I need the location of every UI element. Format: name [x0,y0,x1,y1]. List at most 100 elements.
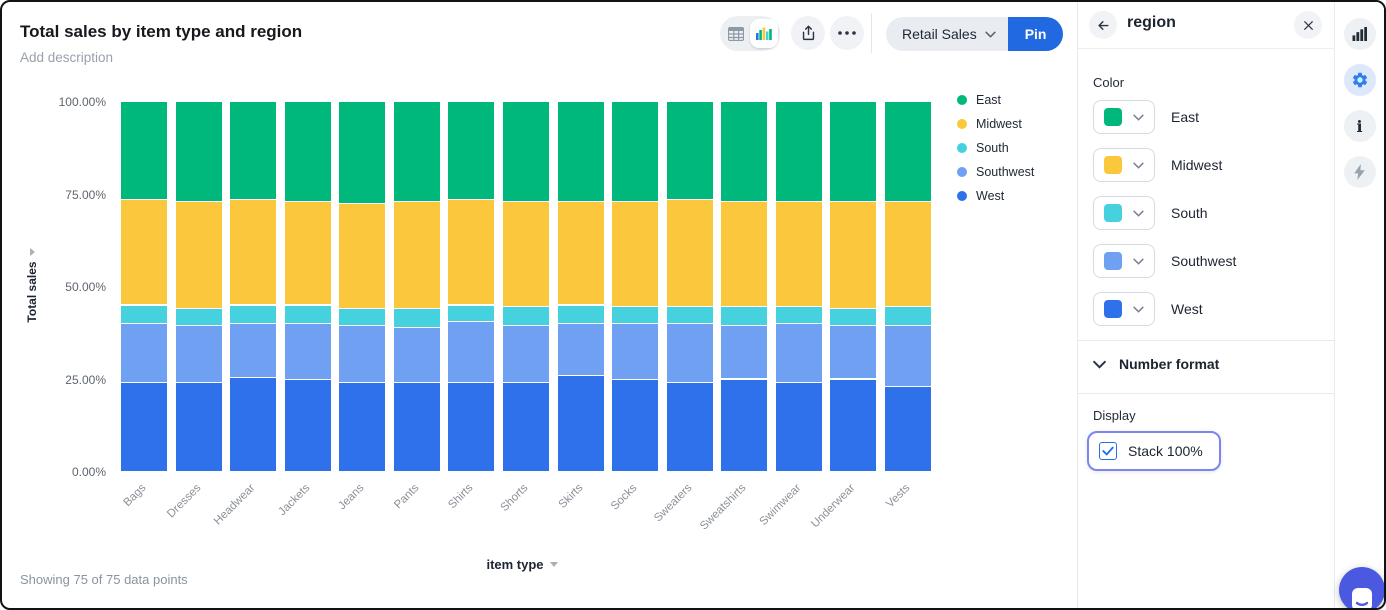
bar-segment-west-vests[interactable] [885,387,931,471]
bar-segment-south-underwear[interactable] [830,309,876,325]
bar-segment-southwest-dresses[interactable] [176,326,222,382]
color-dropdown-south[interactable] [1093,196,1155,230]
settings-tab[interactable] [1344,64,1376,96]
bar-segment-south-dresses[interactable] [176,309,222,325]
bar-segment-south-sweatshirts[interactable] [721,307,767,325]
bar-segment-southwest-swimwear[interactable] [776,324,822,382]
pin-button[interactable]: Pin [1008,17,1064,51]
bar-segment-midwest-sweatshirts[interactable] [721,202,767,306]
share-button[interactable] [791,16,825,50]
bar-segment-east-jeans[interactable] [339,102,385,203]
bar-segment-west-swimwear[interactable] [776,383,822,471]
legend-item-west[interactable]: West [957,184,1034,208]
bar-segment-east-swimwear[interactable] [776,102,822,201]
bar-segment-south-jackets[interactable] [285,306,331,324]
legend-item-south[interactable]: South [957,136,1034,160]
bar-segment-south-jeans[interactable] [339,309,385,325]
bar-segment-midwest-pants[interactable] [394,202,440,308]
bar-segment-east-socks[interactable] [612,102,658,201]
bar-segment-east-shirts[interactable] [448,102,494,199]
bar-segment-west-shorts[interactable] [503,383,549,471]
bar-segment-east-sweaters[interactable] [667,102,713,199]
bar-segment-south-swimwear[interactable] [776,307,822,323]
number-format-section[interactable]: Number format [1093,341,1319,387]
dataset-dropdown[interactable]: Retail Sales [886,17,1008,51]
bar-segment-southwest-sweaters[interactable] [667,324,713,382]
bar-segment-east-sweatshirts[interactable] [721,102,767,201]
bar-segment-south-socks[interactable] [612,307,658,323]
bar-segment-southwest-shirts[interactable] [448,322,494,382]
bar-segment-south-skirts[interactable] [558,306,604,324]
bar-segment-midwest-skirts[interactable] [558,202,604,305]
bar-segment-east-bags[interactable] [121,102,167,199]
bar-segment-midwest-swimwear[interactable] [776,202,822,306]
bar-segment-east-headwear[interactable] [230,102,276,199]
bar-segment-east-pants[interactable] [394,102,440,201]
bar-segment-east-shorts[interactable] [503,102,549,201]
bar-segment-west-dresses[interactable] [176,383,222,471]
page-title[interactable]: Total sales by item type and region [20,22,302,42]
bar-segment-midwest-jackets[interactable] [285,202,331,305]
more-options-button[interactable] [830,16,864,50]
bar-segment-south-shorts[interactable] [503,307,549,325]
table-view-button[interactable] [722,19,750,48]
bar-segment-southwest-vests[interactable] [885,326,931,386]
bar-segment-west-underwear[interactable] [830,380,876,472]
bar-segment-midwest-shorts[interactable] [503,202,549,306]
bar-segment-southwest-socks[interactable] [612,324,658,379]
bar-segment-south-shirts[interactable] [448,306,494,322]
bar-segment-west-bags[interactable] [121,383,167,471]
bar-segment-south-vests[interactable] [885,307,931,325]
bar-segment-west-pants[interactable] [394,383,440,471]
bar-segment-midwest-underwear[interactable] [830,202,876,308]
color-dropdown-west[interactable] [1093,292,1155,326]
bar-segment-west-sweaters[interactable] [667,383,713,471]
bar-segment-midwest-shirts[interactable] [448,200,494,304]
legend-item-midwest[interactable]: Midwest [957,112,1034,136]
bar-segment-west-headwear[interactable] [230,378,276,471]
stack-100-checkbox[interactable] [1099,442,1117,460]
legend-item-southwest[interactable]: Southwest [957,160,1034,184]
bar-segment-southwest-sweatshirts[interactable] [721,326,767,379]
bar-segment-east-jackets[interactable] [285,102,331,201]
bar-segment-south-pants[interactable] [394,309,440,327]
bar-segment-southwest-jackets[interactable] [285,324,331,379]
y-axis-title[interactable]: Total sales [25,252,39,332]
color-dropdown-midwest[interactable] [1093,148,1155,182]
bar-segment-southwest-jeans[interactable] [339,326,385,382]
bar-segment-midwest-dresses[interactable] [176,202,222,308]
back-button[interactable] [1089,11,1117,39]
bar-segment-southwest-headwear[interactable] [230,324,276,377]
chart-view-button[interactable] [750,19,778,48]
bar-segment-midwest-vests[interactable] [885,202,931,306]
bar-segment-midwest-sweaters[interactable] [667,200,713,306]
bar-segment-southwest-skirts[interactable] [558,324,604,375]
bar-segment-west-shirts[interactable] [448,383,494,471]
close-button[interactable] [1294,11,1322,39]
bar-segment-south-sweaters[interactable] [667,307,713,323]
chart-settings-tab[interactable] [1344,18,1376,50]
bar-segment-west-socks[interactable] [612,380,658,472]
bar-segment-west-jeans[interactable] [339,383,385,471]
chat-widget-button[interactable] [1339,567,1385,610]
bar-segment-midwest-headwear[interactable] [230,200,276,304]
bar-segment-east-vests[interactable] [885,102,931,201]
info-tab[interactable]: i [1344,110,1376,142]
bar-segment-midwest-socks[interactable] [612,202,658,306]
bar-segment-west-sweatshirts[interactable] [721,380,767,472]
color-dropdown-southwest[interactable] [1093,244,1155,278]
bar-segment-west-jackets[interactable] [285,380,331,472]
bar-segment-midwest-bags[interactable] [121,200,167,304]
bar-segment-midwest-jeans[interactable] [339,204,385,308]
bar-segment-southwest-bags[interactable] [121,324,167,382]
bar-segment-east-skirts[interactable] [558,102,604,201]
bar-segment-east-underwear[interactable] [830,102,876,201]
bar-segment-west-skirts[interactable] [558,376,604,471]
bar-segment-southwest-underwear[interactable] [830,326,876,379]
bar-segment-southwest-shorts[interactable] [503,326,549,382]
bar-segment-south-bags[interactable] [121,306,167,324]
bar-segment-south-headwear[interactable] [230,306,276,324]
actions-tab[interactable] [1344,156,1376,188]
legend-item-east[interactable]: East [957,88,1034,112]
color-dropdown-east[interactable] [1093,100,1155,134]
